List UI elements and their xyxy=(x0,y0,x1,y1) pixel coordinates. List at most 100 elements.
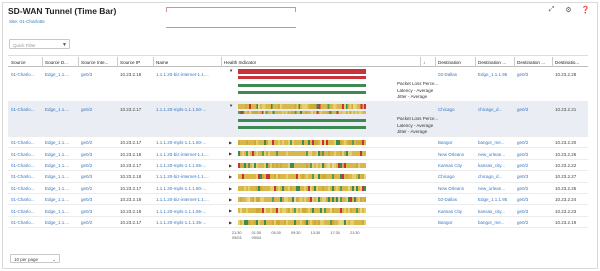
metric-bar[interactable] xyxy=(238,83,366,87)
cell-source[interactable]: 01-Charlo... xyxy=(11,140,45,145)
cell-destination-interface[interactable]: ge0/2 xyxy=(517,186,553,191)
cell-source-device[interactable]: Edge_1.1.... xyxy=(45,163,81,168)
cell-destination-device[interactable]: kansas_city... xyxy=(478,209,516,214)
column-header[interactable]: Source D... xyxy=(45,60,81,65)
cell-destination-device[interactable]: chicago_d... xyxy=(478,174,516,179)
site-filter-tag[interactable]: Site: 01-Charlotte xyxy=(9,19,45,24)
cell-source-interface[interactable]: ge0/2 xyxy=(81,186,118,191)
cell-source[interactable]: 01-Charlo... xyxy=(11,186,45,191)
table-row[interactable]: 01-Charlo... Edge_1.1.... ge0/2 10.23.2.17 1… xyxy=(8,183,588,194)
cell-source[interactable]: 01-Charlo... xyxy=(11,107,45,112)
cell-source[interactable]: 01-Charlo... xyxy=(11,197,45,202)
filter-icon[interactable]: ▼ xyxy=(62,42,67,48)
cell-destination-interface[interactable]: ge0/3 xyxy=(517,107,553,112)
cell-name[interactable]: 1.1.1.20-mpls-1.1.1.35-... xyxy=(156,220,222,225)
column-divider[interactable] xyxy=(475,57,476,67)
cell-source-device[interactable]: Edge_1.1.... xyxy=(45,209,81,214)
table-row[interactable]: 01-Charlo... Edge_1.1.... ge0/3 10.23.2.18 1… xyxy=(8,194,588,206)
expand-row-icon[interactable]: ▶ xyxy=(229,163,232,168)
cell-destination-interface[interactable]: ge0/3 xyxy=(517,72,553,77)
health-bar[interactable] xyxy=(238,103,366,109)
cell-destination[interactable]: New Orleans xyxy=(438,152,478,157)
column-divider[interactable] xyxy=(221,57,222,67)
cell-source[interactable]: 01-Charlo... xyxy=(11,209,45,214)
cell-name[interactable]: 1.1.1.20-biz-internet-1.1.... xyxy=(156,72,222,77)
cell-destination[interactable]: Bangor xyxy=(438,140,478,145)
cell-destination[interactable]: Kansas City xyxy=(438,163,478,168)
table-row[interactable]: 01-Charlo... Edge_1.1.... ge0/2 10.23.2.17 1… xyxy=(8,160,588,172)
cell-destination-interface[interactable]: ge0/2 xyxy=(517,163,553,168)
health-bar[interactable] xyxy=(238,151,366,157)
cell-source-device[interactable]: Edge_1.1.... xyxy=(45,197,81,202)
cell-source-interface[interactable]: ge0/3 xyxy=(81,72,118,77)
cell-source-device[interactable]: Edge_1.1.... xyxy=(45,72,81,77)
column-header[interactable]: Source Inte... xyxy=(81,60,118,65)
page-size-select[interactable]: 10 per page ⌄ xyxy=(10,254,60,263)
table-row[interactable]: 01-Charlo... Edge_1.1.... ge0/3 10.23.2.18 1… xyxy=(8,205,588,217)
cell-source-interface[interactable]: ge0/2 xyxy=(81,107,118,112)
cell-source[interactable]: 01-Charlo... xyxy=(11,152,45,157)
expand-row-icon[interactable]: ▶ xyxy=(229,140,232,145)
cell-source-device[interactable]: Edge_1.1.... xyxy=(45,107,81,112)
cell-destination-interface[interactable]: ge0/2 xyxy=(517,140,553,145)
cell-name[interactable]: 1.1.1.20-mpls-1.1.1.50-... xyxy=(156,107,222,112)
cell-destination-device[interactable]: kansas_city... xyxy=(478,163,516,168)
collapse-row-icon[interactable]: ▼ xyxy=(229,68,233,73)
metric-bar[interactable] xyxy=(238,118,366,122)
table-row[interactable]: 01-Charlo... Edge_1.1.... ge0/3 10.23.2.18 1… xyxy=(8,67,588,102)
cell-source-interface[interactable]: ge0/2 xyxy=(81,163,118,168)
column-divider[interactable] xyxy=(552,57,553,67)
expand-row-icon[interactable]: ▶ xyxy=(229,151,232,156)
column-divider[interactable] xyxy=(420,57,421,67)
cell-destination-device[interactable]: new_orlean... xyxy=(478,152,516,157)
health-bar[interactable] xyxy=(238,208,366,214)
health-bar[interactable] xyxy=(238,174,366,180)
table-row[interactable]: 01-Charlo... Edge_1.1.... ge0/2 10.23.2.17 1… xyxy=(8,102,588,137)
cell-source-device[interactable]: Edge_1.1.... xyxy=(45,152,81,157)
health-bar[interactable] xyxy=(238,197,366,202)
metric-bar[interactable] xyxy=(238,126,366,130)
cell-source-interface[interactable]: ge0/3 xyxy=(81,197,118,202)
cell-destination-device[interactable]: new_orlean... xyxy=(478,186,516,191)
cell-destination[interactable]: New Orleans xyxy=(438,186,478,191)
table-row[interactable]: 01-Charlo... Edge_1.1.... ge0/2 10.23.2.17 1… xyxy=(8,137,588,149)
cell-destination-device[interactable]: bangor_me... xyxy=(478,220,516,225)
cell-destination-interface[interactable]: ge0/3 xyxy=(517,152,553,157)
cell-destination[interactable]: Kansas City xyxy=(438,209,478,214)
column-divider[interactable] xyxy=(42,57,43,67)
column-header[interactable]: ↓ xyxy=(423,60,433,65)
settings-icon[interactable]: ⚙ xyxy=(564,6,573,14)
cell-name[interactable]: 1.1.1.20-mpls-1.1.1.95-... xyxy=(156,209,222,214)
help-icon[interactable]: ❓ xyxy=(581,6,590,14)
cell-destination-device[interactable]: bangor_me... xyxy=(478,140,516,145)
health-bar[interactable] xyxy=(238,219,366,225)
column-header[interactable]: Health Indicator xyxy=(224,60,294,65)
column-header[interactable]: Destination ... xyxy=(478,60,516,65)
expand-row-icon[interactable]: ▶ xyxy=(229,220,232,225)
cell-destination-device[interactable]: Edge_1.1.1.95 xyxy=(478,197,516,202)
expand-row-icon[interactable]: ▶ xyxy=(229,174,232,179)
cell-name[interactable]: 1.1.1.20-biz-internet-1.1.... xyxy=(156,197,222,202)
table-row[interactable]: 01-Charlo... Edge_1.1.... ge0/3 10.23.2.18 1… xyxy=(8,148,588,160)
cell-source-interface[interactable]: ge0/3 xyxy=(81,209,118,214)
column-header[interactable]: Destination xyxy=(438,60,478,65)
expand-row-icon[interactable]: ▶ xyxy=(229,197,232,202)
quick-filter-input[interactable]: Quick Filter ▼ xyxy=(9,39,70,49)
column-divider[interactable] xyxy=(78,57,79,67)
cell-destination-interface[interactable]: ge0/3 xyxy=(517,174,553,179)
cell-destination[interactable]: 02-Dallas xyxy=(438,72,478,77)
column-header[interactable]: Source xyxy=(11,60,45,65)
cell-name[interactable]: 1.1.1.20-mpls-1.1.1.80-... xyxy=(156,186,222,191)
cell-source[interactable]: 01-Charlo... xyxy=(11,72,45,77)
cell-destination[interactable]: Chicago xyxy=(438,107,478,112)
cell-destination-interface[interactable]: ge0/2 xyxy=(517,220,553,225)
column-divider[interactable] xyxy=(514,57,515,67)
column-divider[interactable] xyxy=(153,57,154,67)
health-bar[interactable] xyxy=(238,162,366,168)
cell-name[interactable]: 1.1.1.20-biz-internet-1.1.... xyxy=(156,174,222,179)
column-divider[interactable] xyxy=(435,57,436,67)
cell-name[interactable]: 1.1.1.20-biz-internet-1.1.... xyxy=(156,152,222,157)
cell-name[interactable]: 1.1.1.20-mpls-1.1.1.65-... xyxy=(156,163,222,168)
cell-source[interactable]: 01-Charlo... xyxy=(11,220,45,225)
health-bar[interactable] xyxy=(238,140,366,145)
